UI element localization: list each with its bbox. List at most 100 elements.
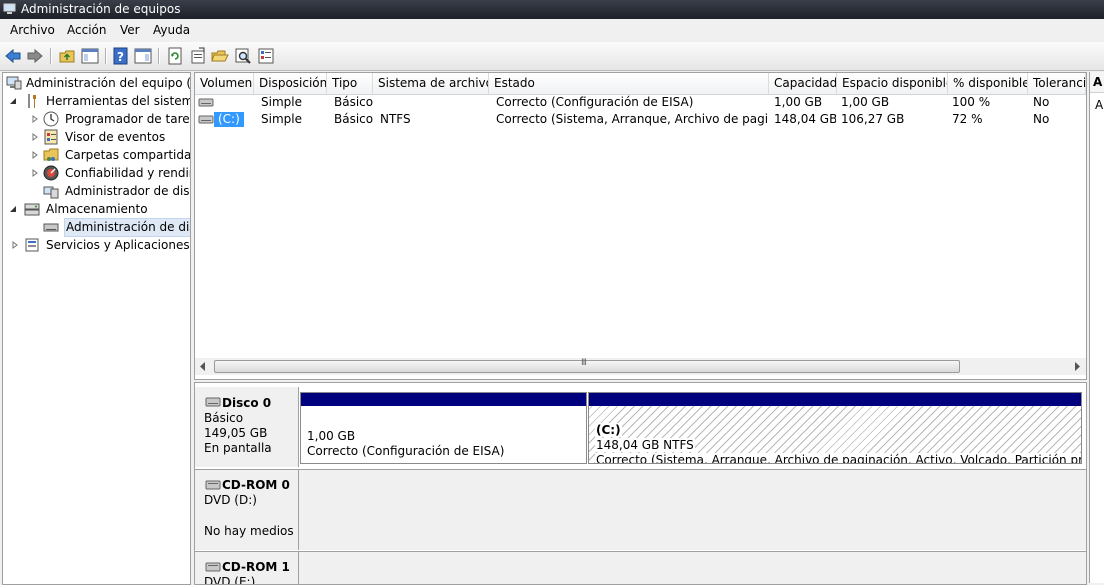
cell-tipo: Básico: [334, 112, 373, 126]
cell-disposicion: Simple: [261, 95, 302, 109]
collapse-arrow-icon[interactable]: [9, 97, 17, 105]
partition-eisa[interactable]: 1,00 GB Correcto (Configuración de EISA): [300, 392, 587, 464]
settings-list-icon[interactable]: [257, 47, 275, 65]
cdrom-0-info[interactable]: CD-ROM 0 DVD (D:) No hay medios: [195, 470, 299, 550]
menu-ayuda[interactable]: Ayuda: [153, 23, 190, 37]
disk-type: DVD (E:): [204, 575, 256, 585]
cell-espacio-disponible: 1,00 GB: [841, 95, 890, 109]
scroll-left-icon[interactable]: [199, 362, 207, 371]
shared-folder-icon: [43, 148, 59, 161]
cdrom-1-info[interactable]: CD-ROM 1 DVD (E:): [195, 552, 299, 585]
partition-size: 148,04 GB NTFS: [595, 438, 695, 452]
find-icon[interactable]: [234, 47, 252, 65]
expand-arrow-icon[interactable]: [31, 151, 39, 159]
show-hide-tree-icon[interactable]: [81, 47, 99, 65]
cell-tipo: Básico: [334, 95, 373, 109]
cell-tolerancia: No: [1033, 95, 1050, 109]
tree-label: Herramientas del sistema: [46, 94, 191, 108]
disk-name: CD-ROM 1: [222, 560, 290, 574]
table-row[interactable]: (C:) Simple Básico NTFS Correcto (Sistem…: [195, 111, 1086, 128]
cell-volumen: (C:): [214, 112, 244, 127]
title-bar: Administración de equipos: [0, 0, 1104, 19]
scroll-right-icon[interactable]: [1073, 362, 1081, 371]
horizontal-scrollbar[interactable]: III: [195, 358, 1086, 375]
col-tipo[interactable]: Tipo: [327, 73, 373, 94]
computer-management-icon: [3, 3, 16, 14]
disk-type: Básico: [204, 411, 244, 425]
actions-pane: A A: [1089, 72, 1104, 583]
col-sistema-archivos[interactable]: Sistema de archivos: [373, 73, 489, 94]
expand-arrow-icon[interactable]: [31, 115, 39, 123]
up-folder-icon[interactable]: [58, 47, 76, 65]
toolbar: ?: [0, 42, 1104, 71]
cell-capacidad: 148,04 GB: [774, 112, 836, 126]
disk-graphical-view: Disco 0 Básico 149,05 GB En pantalla 1,0…: [194, 382, 1087, 585]
col-capacidad[interactable]: Capacidad: [769, 73, 837, 94]
tree-label: Almacenamiento: [46, 202, 148, 216]
forward-arrow-icon[interactable]: [26, 47, 44, 65]
menu-ver[interactable]: Ver: [120, 23, 140, 37]
cdrom-icon: [205, 562, 221, 572]
col-tolerancia[interactable]: Tolerancia: [1028, 73, 1086, 94]
disk-name: Disco 0: [222, 396, 272, 410]
cell-porcentaje-disponible: 72 %: [952, 112, 983, 126]
tree-label: Programador de tareas: [65, 112, 191, 126]
refresh-icon[interactable]: [166, 47, 184, 65]
actions-pane-item[interactable]: A: [1095, 98, 1103, 112]
partition-status: Correcto (Configuración de EISA): [307, 444, 505, 458]
cell-espacio-disponible: 106,27 GB: [841, 112, 905, 126]
col-porcentaje-disponible[interactable]: % disponible: [948, 73, 1028, 94]
tree-label: Administración de disco: [64, 218, 190, 237]
disk-status: En pantalla: [204, 441, 272, 455]
back-arrow-icon[interactable]: [4, 47, 22, 65]
col-volumen[interactable]: Volumen: [195, 73, 254, 94]
cell-disposicion: Simple: [261, 112, 302, 126]
expand-arrow-icon[interactable]: [11, 241, 19, 249]
tools-icon: [28, 94, 36, 108]
tree-label: Servicios y Aplicaciones: [46, 238, 190, 252]
computer-management-icon: [6, 76, 22, 90]
partition-name: (C:): [595, 423, 622, 437]
disk-management-icon: [43, 223, 59, 232]
volume-list: Volumen Disposición Tipo Sistema de arch…: [194, 72, 1087, 380]
table-row[interactable]: Simple Básico Correcto (Configuración de…: [195, 94, 1086, 111]
disk-0-info[interactable]: Disco 0 Básico 149,05 GB En pantalla: [195, 387, 299, 467]
volume-list-header: Volumen Disposición Tipo Sistema de arch…: [195, 73, 1086, 95]
cdrom-0-area: [299, 470, 1086, 550]
cell-sistema-archivos: NTFS: [380, 112, 411, 126]
scroll-grip: III: [581, 358, 587, 368]
disk-status: No hay medios: [204, 524, 294, 538]
cell-estado: Correcto (Configuración de EISA): [496, 95, 694, 109]
cdrom-icon: [205, 480, 221, 490]
event-viewer-icon: [44, 129, 58, 145]
menu-accion[interactable]: Acción: [67, 23, 106, 37]
clock-icon: [43, 111, 59, 127]
device-manager-icon: [43, 186, 59, 199]
disk-size: 149,05 GB: [204, 426, 268, 440]
partition-status: Correcto (Sistema, Arranque, Archivo de …: [595, 453, 1081, 463]
cell-capacidad: 1,00 GB: [774, 95, 823, 109]
expand-arrow-icon[interactable]: [31, 169, 39, 177]
col-estado[interactable]: Estado: [489, 73, 769, 94]
expand-arrow-icon[interactable]: [31, 133, 39, 141]
cell-porcentaje-disponible: 100 %: [952, 95, 991, 109]
performance-gauge-icon: [43, 165, 59, 181]
properties-icon[interactable]: [189, 47, 207, 65]
col-disposicion[interactable]: Disposición: [254, 73, 327, 94]
open-folder-icon[interactable]: [211, 47, 229, 65]
collapse-arrow-icon[interactable]: [9, 205, 17, 213]
partition-c[interactable]: (C:) 148,04 GB NTFS Correcto (Sistema, A…: [588, 392, 1082, 464]
scrollbar-thumb[interactable]: III: [214, 358, 960, 373]
menu-archivo[interactable]: Archivo: [10, 23, 55, 37]
cell-estado: Correcto (Sistema, Arranque, Archivo de …: [496, 112, 768, 126]
disk-name: CD-ROM 0: [222, 478, 290, 492]
partition-size: 1,00 GB: [307, 429, 356, 443]
show-hide-action-pane-icon[interactable]: [134, 47, 152, 65]
services-icon: [25, 238, 39, 252]
disk-type: DVD (D:): [204, 493, 257, 507]
actions-pane-header: A: [1090, 72, 1104, 93]
volume-icon: [198, 98, 214, 107]
col-espacio-disponible[interactable]: Espacio disponible: [837, 73, 948, 94]
tree-label: Administrador de dispo: [65, 184, 191, 198]
help-icon[interactable]: ?: [112, 47, 130, 65]
